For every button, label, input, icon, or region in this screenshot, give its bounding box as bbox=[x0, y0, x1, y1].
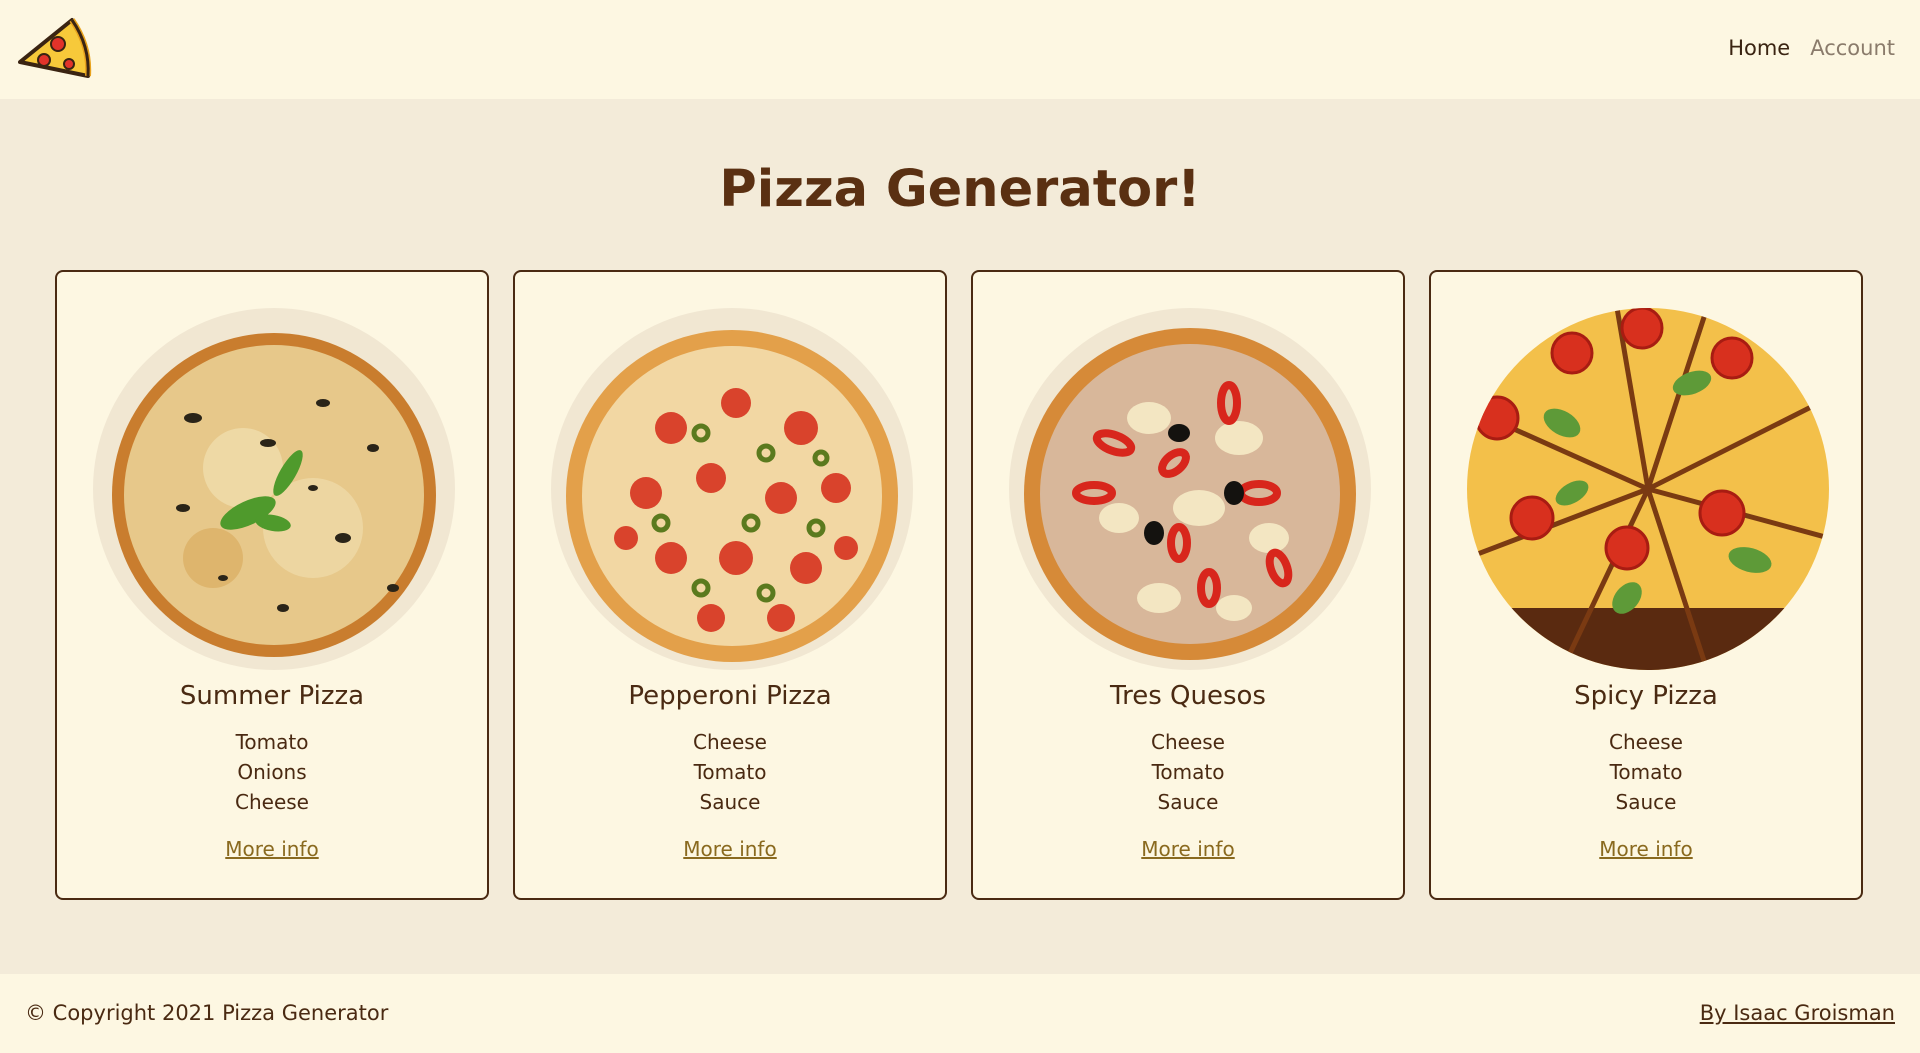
summer-pizza-image bbox=[112, 333, 436, 657]
ingredient: Cheese bbox=[1151, 730, 1225, 754]
pizza-name: Pepperoni Pizza bbox=[628, 681, 832, 711]
header: Home Account bbox=[0, 0, 1920, 99]
pizza-card: Summer Pizza Tomato Onions Cheese More i… bbox=[55, 270, 489, 900]
more-info-link[interactable]: More info bbox=[225, 837, 318, 861]
ingredient-list: Cheese Tomato Sauce bbox=[515, 727, 945, 817]
pizza-card: Pepperoni Pizza Cheese Tomato Sauce More… bbox=[513, 270, 947, 900]
ingredient: Cheese bbox=[1609, 730, 1683, 754]
ingredient: Tomato bbox=[235, 730, 309, 754]
more-info-link[interactable]: More info bbox=[683, 837, 776, 861]
pizza-card: Tres Quesos Cheese Tomato Sauce More inf… bbox=[971, 270, 1405, 900]
footer: © Copyright 2021 Pizza Generator By Isaa… bbox=[0, 974, 1920, 1053]
ingredient: Tomato bbox=[1151, 760, 1225, 784]
ingredient: Sauce bbox=[1157, 790, 1219, 814]
author-link[interactable]: By Isaac Groisman bbox=[1700, 1001, 1895, 1025]
copyright-text: © Copyright 2021 Pizza Generator bbox=[25, 1001, 389, 1025]
pizza-slice-icon[interactable] bbox=[14, 14, 92, 84]
ingredient: Sauce bbox=[1615, 790, 1677, 814]
page-title: Pizza Generator! bbox=[719, 160, 1201, 219]
ingredient: Tomato bbox=[693, 760, 767, 784]
ingredient-list: Cheese Tomato Sauce bbox=[973, 727, 1403, 817]
ingredient: Sauce bbox=[699, 790, 761, 814]
pizza-name: Spicy Pizza bbox=[1574, 681, 1718, 711]
top-nav: Home Account bbox=[1728, 36, 1895, 60]
tres-quesos-pizza-image bbox=[1024, 328, 1356, 660]
nav-home-link[interactable]: Home bbox=[1728, 36, 1790, 60]
ingredient: Cheese bbox=[693, 730, 767, 754]
pepperoni-pizza-image bbox=[566, 330, 898, 662]
more-info-link[interactable]: More info bbox=[1599, 837, 1692, 861]
pizza-card: Spicy Pizza Cheese Tomato Sauce More inf… bbox=[1429, 270, 1863, 900]
nav-account-link[interactable]: Account bbox=[1810, 36, 1895, 60]
ingredient: Onions bbox=[237, 760, 307, 784]
more-info-link[interactable]: More info bbox=[1141, 837, 1234, 861]
spicy-pizza-image bbox=[1467, 308, 1829, 670]
ingredient-list: Cheese Tomato Sauce bbox=[1431, 727, 1861, 817]
ingredient-list: Tomato Onions Cheese bbox=[57, 727, 487, 817]
pizza-name: Tres Quesos bbox=[1110, 681, 1266, 711]
pizza-name: Summer Pizza bbox=[179, 681, 365, 711]
ingredient: Tomato bbox=[1609, 760, 1683, 784]
ingredient: Cheese bbox=[235, 790, 309, 814]
